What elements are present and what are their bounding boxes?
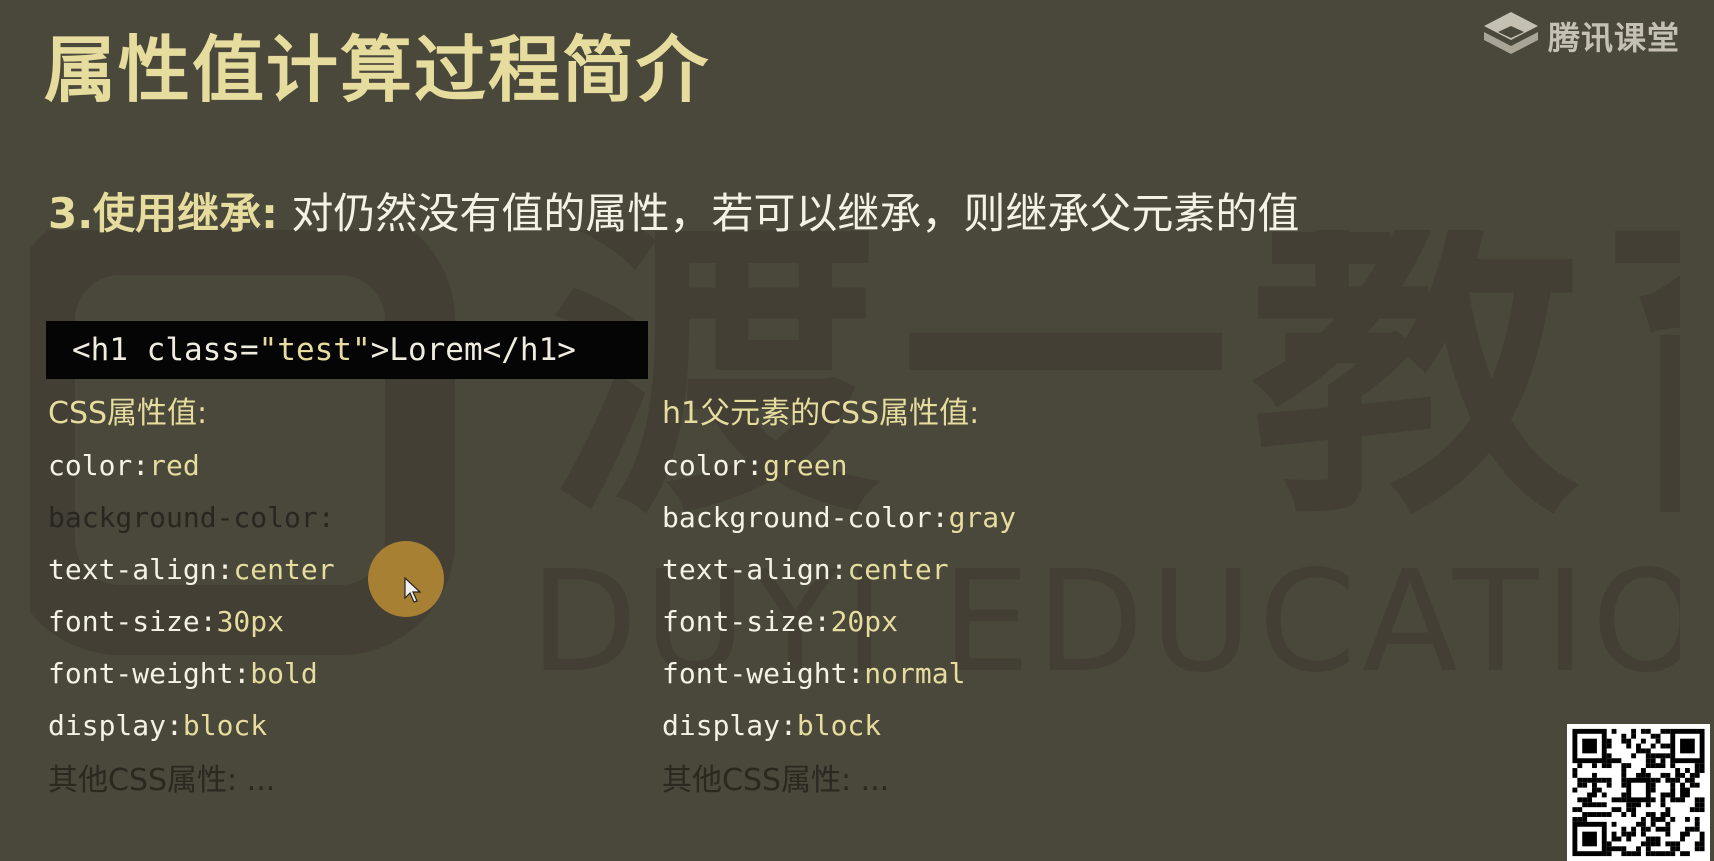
property-row: text-align:center: [48, 544, 335, 596]
property-value: bold: [250, 657, 318, 690]
mouse-pointer-icon: [368, 541, 444, 617]
property-name: background-color:: [662, 501, 949, 534]
property-row: font-weight:normal: [662, 648, 1016, 700]
property-row: font-weight:bold: [48, 648, 335, 700]
property-name: font-weight:: [48, 657, 251, 690]
element-css-values: CSS属性值: color:red background-color: text…: [48, 388, 335, 810]
property-row: color:green: [662, 440, 1016, 492]
property-name: color:: [662, 449, 764, 482]
property-value: block: [796, 709, 882, 742]
property-name: text-align:: [662, 553, 848, 586]
property-row: font-size:20px: [662, 596, 1016, 648]
property-name: color:: [48, 449, 150, 482]
property-row: display:block: [662, 700, 1016, 752]
parent-css-values: h1父元素的CSS属性值: color:green background-col…: [662, 388, 1016, 810]
property-name: display:: [662, 709, 797, 742]
property-value: block: [182, 709, 268, 742]
property-value: green: [763, 449, 848, 482]
code-snippet: <h1 class="test">Lorem</h1>: [46, 321, 648, 379]
brand-name: 腾讯课堂: [1547, 19, 1680, 57]
qr-code-icon: [1567, 724, 1710, 861]
property-row: font-size:30px: [48, 596, 335, 648]
property-name: font-size:: [662, 605, 831, 638]
code-open: <h1 class=: [72, 332, 259, 368]
property-name: text-align:: [48, 553, 234, 586]
property-value: normal: [864, 657, 966, 690]
column-heading: CSS属性值:: [48, 396, 208, 431]
property-row: background-color:gray: [662, 492, 1016, 544]
property-row: display:block: [48, 700, 335, 752]
property-name: display:: [48, 709, 183, 742]
column-footer: 其他CSS属性: ...: [662, 763, 890, 798]
tencent-classroom-logo-icon: [1483, 12, 1538, 54]
property-value: center: [233, 553, 335, 586]
property-name: background-color:: [48, 501, 335, 534]
property-name: font-weight:: [662, 657, 865, 690]
property-row: text-align:center: [662, 544, 1016, 596]
property-name: font-size:: [48, 605, 217, 638]
code-rest: >Lorem</h1>: [370, 332, 576, 368]
subtitle: 3.使用继承: 对仍然没有值的属性，若可以继承，则继承父元素的值: [48, 186, 1299, 242]
brand: 腾讯课堂: [1482, 10, 1680, 62]
slide-title: 属性值计算过程简介: [44, 28, 711, 112]
code-attr-value: "test": [258, 332, 371, 368]
property-value: red: [149, 449, 200, 482]
property-value: center: [847, 553, 949, 586]
column-heading: h1父元素的CSS属性值:: [662, 396, 980, 431]
property-value: 30px: [216, 605, 285, 638]
subtitle-text: 对仍然没有值的属性，若可以继承，则继承父元素的值: [291, 189, 1300, 238]
subtitle-lead: 3.使用继承:: [48, 189, 278, 238]
column-footer: 其他CSS属性: ...: [48, 763, 276, 798]
property-value: 20px: [830, 605, 899, 638]
property-row: color:red: [48, 440, 335, 492]
property-value: gray: [948, 501, 1017, 534]
property-row: background-color:: [48, 492, 335, 544]
